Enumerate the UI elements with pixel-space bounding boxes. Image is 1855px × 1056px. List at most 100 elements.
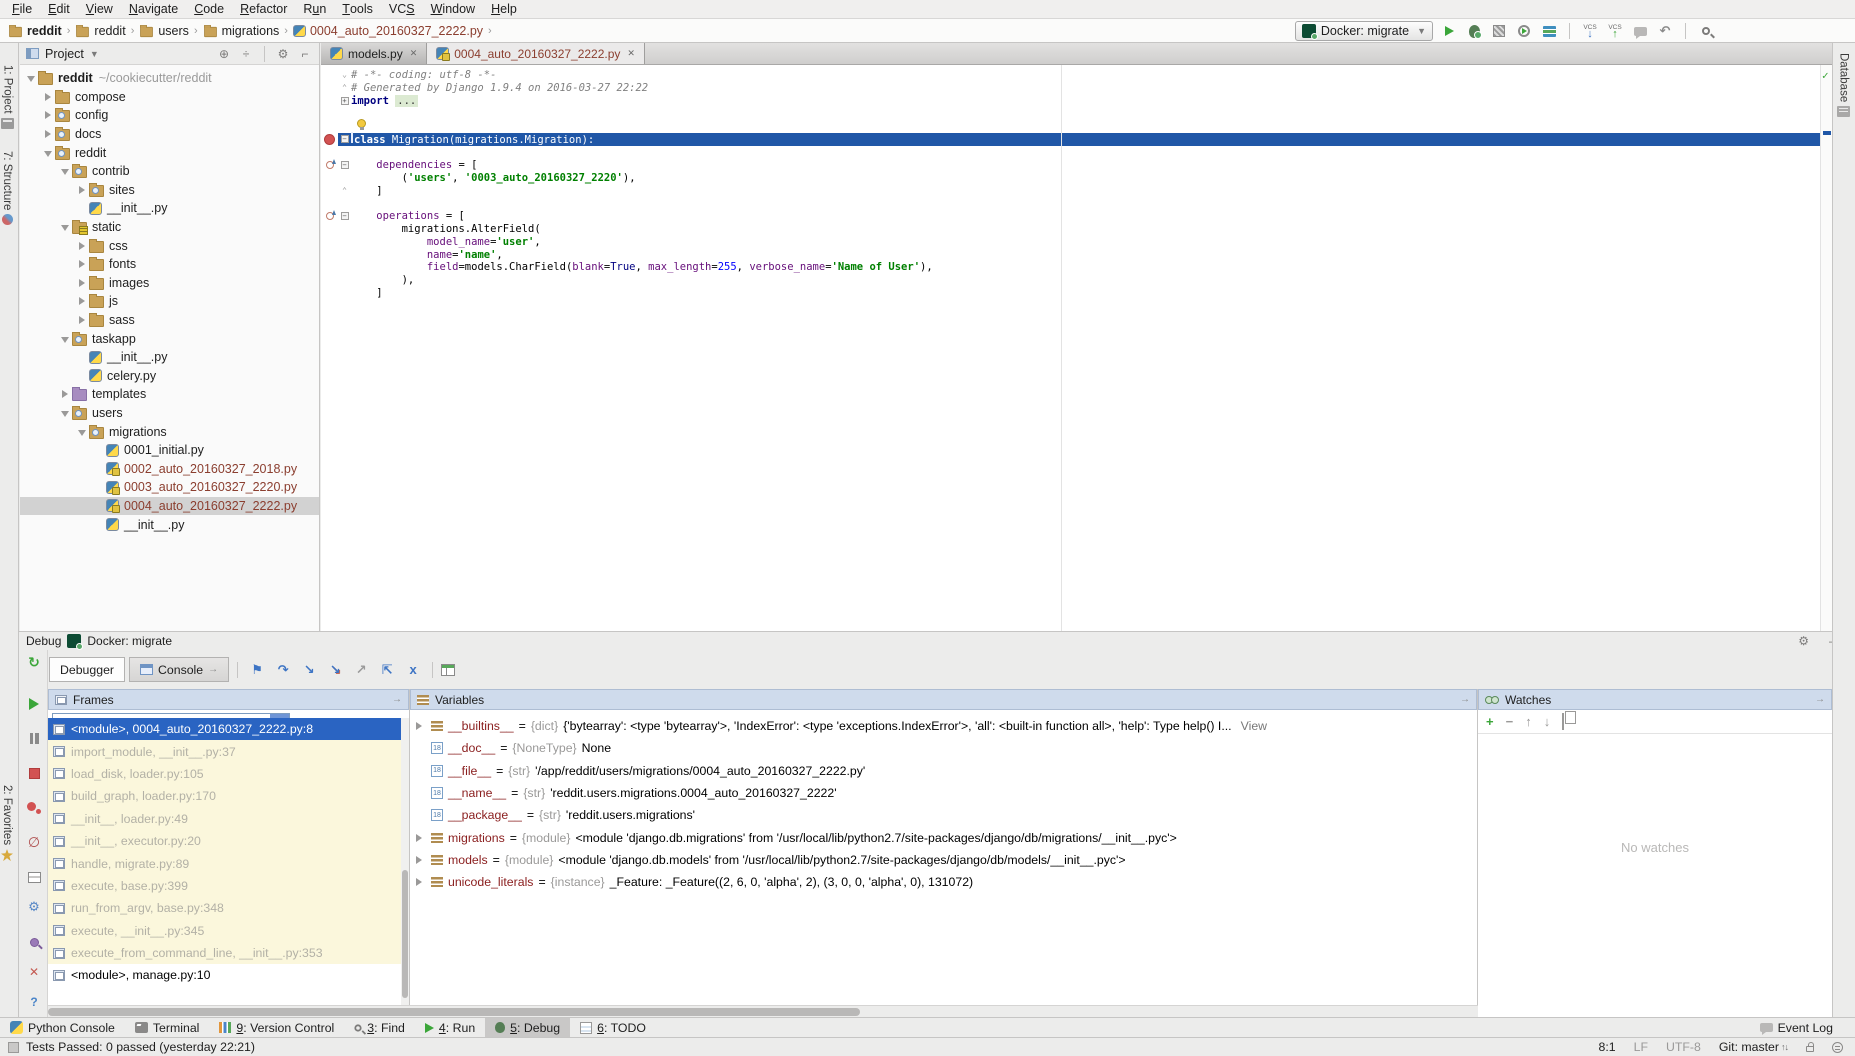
- tool-stripe-favorites[interactable]: 2: Favorites: [1, 785, 13, 861]
- tree-item-0003_auto_20160327_2220.py[interactable]: 0003_auto_20160327_2220.py: [20, 478, 319, 497]
- pin-icon[interactable]: →: [1815, 694, 1825, 705]
- collapse-arrow-icon[interactable]: [58, 332, 72, 346]
- gutter[interactable]: [321, 212, 338, 220]
- force-step-into-icon[interactable]: ↘: [324, 660, 346, 680]
- frame-row[interactable]: __init__, loader.py:49: [48, 808, 401, 830]
- view-breakpoints-icon[interactable]: [26, 800, 42, 816]
- collapse-arrow-icon[interactable]: [58, 164, 72, 178]
- tree-item-0004_auto_20160327_2222.py[interactable]: 0004_auto_20160327_2222.py: [20, 497, 319, 516]
- breadcrumb-item[interactable]: reddit: [75, 24, 125, 38]
- frame-row[interactable]: execute, __init__.py:345: [48, 920, 401, 942]
- file-encoding[interactable]: UTF-8: [1666, 1040, 1701, 1054]
- frame-row[interactable]: execute_from_command_line, __init__.py:3…: [48, 942, 401, 964]
- tree-item-celery.py[interactable]: celery.py: [20, 367, 319, 386]
- hide-panel-icon[interactable]: ⌐: [297, 47, 313, 61]
- expand-arrow-icon[interactable]: [416, 719, 426, 733]
- tree-item-js[interactable]: js: [20, 292, 319, 311]
- breadcrumb-item[interactable]: migrations: [203, 24, 280, 38]
- frame-row[interactable]: execute, base.py:399: [48, 875, 401, 897]
- code-editor[interactable]: ⌄# -*- coding: utf-8 -*-⌃# Generated by …: [321, 65, 1832, 631]
- locate-icon[interactable]: ⊕: [216, 47, 232, 61]
- tree-item-contrib[interactable]: contrib: [20, 162, 319, 181]
- tool-stripe-structure[interactable]: 7: Structure: [1, 151, 13, 225]
- lock-icon[interactable]: [1806, 1046, 1814, 1052]
- frame-row[interactable]: handle, migrate.py:89: [48, 852, 401, 874]
- status-message[interactable]: Tests Passed: 0 passed (yesterday 22:21): [26, 1040, 255, 1054]
- evaluate-expression-icon[interactable]: x: [402, 660, 424, 680]
- fold-marker[interactable]: −: [338, 212, 351, 220]
- expand-arrow-icon[interactable]: [41, 108, 55, 122]
- mute-breakpoints-icon[interactable]: ∅: [26, 834, 42, 850]
- expand-arrow-icon[interactable]: [41, 90, 55, 104]
- variable-row[interactable]: models = {module}<module 'django.db.mode…: [410, 849, 1477, 871]
- toolwindow-button-5debug[interactable]: 5: Debug: [485, 1018, 570, 1038]
- frame-row[interactable]: import_module, __init__.py:37: [48, 740, 401, 762]
- frame-row[interactable]: load_disk, loader.py:105: [48, 763, 401, 785]
- menu-edit[interactable]: Edit: [40, 0, 78, 19]
- collapse-arrow-icon[interactable]: [58, 406, 72, 420]
- tree-item-__init__.py[interactable]: __init__.py: [20, 199, 319, 218]
- project-panel-title[interactable]: Project: [45, 47, 84, 61]
- variable-row[interactable]: 18__doc__ = {NoneType}None: [410, 737, 1477, 759]
- gutter[interactable]: [321, 134, 338, 145]
- variable-row[interactable]: 18__name__ = {str}'reddit.users.migratio…: [410, 782, 1477, 804]
- pin-icon[interactable]: [26, 934, 42, 950]
- expand-arrow-icon[interactable]: [75, 239, 89, 253]
- toolwindow-button-eventlog[interactable]: Event Log: [1750, 1018, 1843, 1038]
- tree-item-0002_auto_20160327_2018.py[interactable]: 0002_auto_20160327_2018.py: [20, 459, 319, 478]
- rerun-icon[interactable]: ↻: [26, 654, 42, 670]
- help-icon[interactable]: ?: [26, 994, 42, 1010]
- close-icon[interactable]: ✕: [627, 48, 635, 59]
- tree-item-reddit[interactable]: reddit~/cookiecutter/reddit: [20, 69, 319, 88]
- fold-marker[interactable]: ⌃: [338, 187, 351, 195]
- view-link[interactable]: View: [1241, 719, 1267, 733]
- collapse-arrow-icon[interactable]: [24, 71, 38, 85]
- frames-scrollbar[interactable]: [401, 718, 409, 1005]
- tree-item-images[interactable]: images: [20, 274, 319, 293]
- toolwindow-button-terminal[interactable]: Terminal: [125, 1018, 210, 1038]
- variable-row[interactable]: 18__package__ = {str}'reddit.users.migra…: [410, 804, 1477, 826]
- close-icon[interactable]: ✕: [410, 48, 418, 59]
- frame-row[interactable]: <module>, 0004_auto_20160327_2222.py:8: [48, 718, 401, 740]
- debug-horizontal-scrollbar[interactable]: [48, 1005, 1478, 1017]
- menu-refactor[interactable]: Refactor: [232, 0, 295, 19]
- vcs-commit-icon[interactable]: VCS↑: [1606, 22, 1624, 40]
- tool-stripe-database[interactable]: Database: [1837, 53, 1850, 117]
- variable-row[interactable]: 18__file__ = {str}'/app/reddit/users/mig…: [410, 760, 1477, 782]
- debug-tab-debugger[interactable]: Debugger: [49, 657, 125, 682]
- stop-icon[interactable]: [26, 765, 42, 781]
- collapse-arrow-icon[interactable]: [41, 146, 55, 160]
- menu-vcs[interactable]: VCS: [381, 0, 423, 19]
- gear-icon[interactable]: ⚙: [1798, 634, 1809, 648]
- line-ending[interactable]: LF: [1634, 1040, 1648, 1054]
- coverage-icon[interactable]: [1490, 22, 1508, 40]
- tree-item-config[interactable]: config: [20, 106, 319, 125]
- fold-marker[interactable]: ⌄: [338, 71, 351, 79]
- expand-arrow-icon[interactable]: [58, 387, 72, 401]
- menu-navigate[interactable]: Navigate: [121, 0, 186, 19]
- inspection-profile-icon[interactable]: [1832, 1042, 1843, 1053]
- menu-file[interactable]: File: [4, 0, 40, 19]
- settings-icon[interactable]: ⚙: [26, 899, 42, 915]
- tree-item-templates[interactable]: templates: [20, 385, 319, 404]
- pin-icon[interactable]: →: [392, 694, 402, 705]
- tree-item-css[interactable]: css: [20, 236, 319, 255]
- frame-row[interactable]: __init__, executor.py:20: [48, 830, 401, 852]
- tool-stripe-project[interactable]: 1: Project: [1, 65, 14, 129]
- expand-arrow-icon[interactable]: [75, 313, 89, 327]
- debug-tab-console[interactable]: Console→: [129, 657, 229, 682]
- tree-item-static[interactable]: static: [20, 218, 319, 237]
- search-everywhere-icon[interactable]: [1697, 22, 1715, 40]
- step-over-icon[interactable]: ↷: [272, 660, 294, 680]
- run-configuration-select[interactable]: Docker: migrate ▼: [1295, 21, 1433, 41]
- toolwindow-button-6todo[interactable]: 6: TODO: [570, 1018, 656, 1038]
- tree-item-migrations[interactable]: migrations: [20, 422, 319, 441]
- toolwindow-button-3find[interactable]: 3: Find: [344, 1018, 415, 1038]
- fold-marker[interactable]: ⌃: [338, 84, 351, 92]
- move-up-icon[interactable]: ↑: [1525, 714, 1532, 729]
- chevron-down-icon[interactable]: ▼: [90, 49, 99, 59]
- git-branch[interactable]: Git: master: [1719, 1040, 1779, 1054]
- tree-item-0001_initial.py[interactable]: 0001_initial.py: [20, 441, 319, 460]
- tree-item-sass[interactable]: sass: [20, 311, 319, 330]
- toolwindow-button-4run[interactable]: 4: Run: [415, 1018, 485, 1038]
